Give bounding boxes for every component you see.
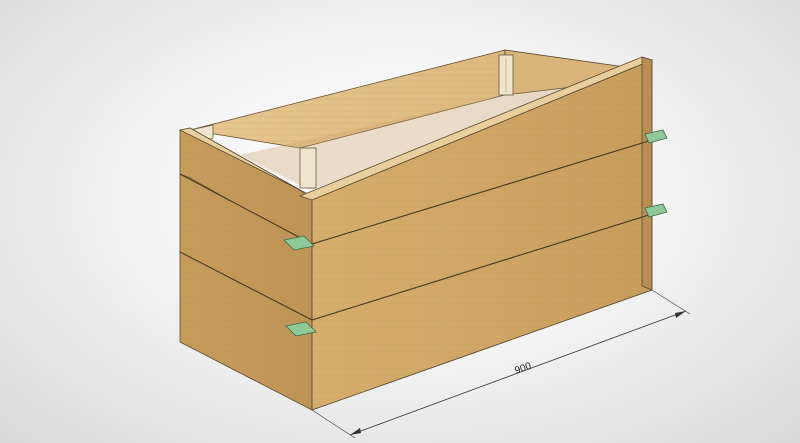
cad-viewport[interactable]: 900 [0, 0, 800, 443]
dimension-arrow-left [350, 428, 361, 435]
dimension-extension-right [651, 289, 691, 315]
dimension-label: 900 [513, 360, 533, 376]
front-left-corner-post [299, 147, 317, 189]
planter-box-3d-model[interactable]: 900 [0, 0, 800, 443]
back-corner-post [498, 54, 514, 96]
dimension-arrow-right [675, 311, 686, 318]
dimension-extension-left [311, 409, 356, 439]
